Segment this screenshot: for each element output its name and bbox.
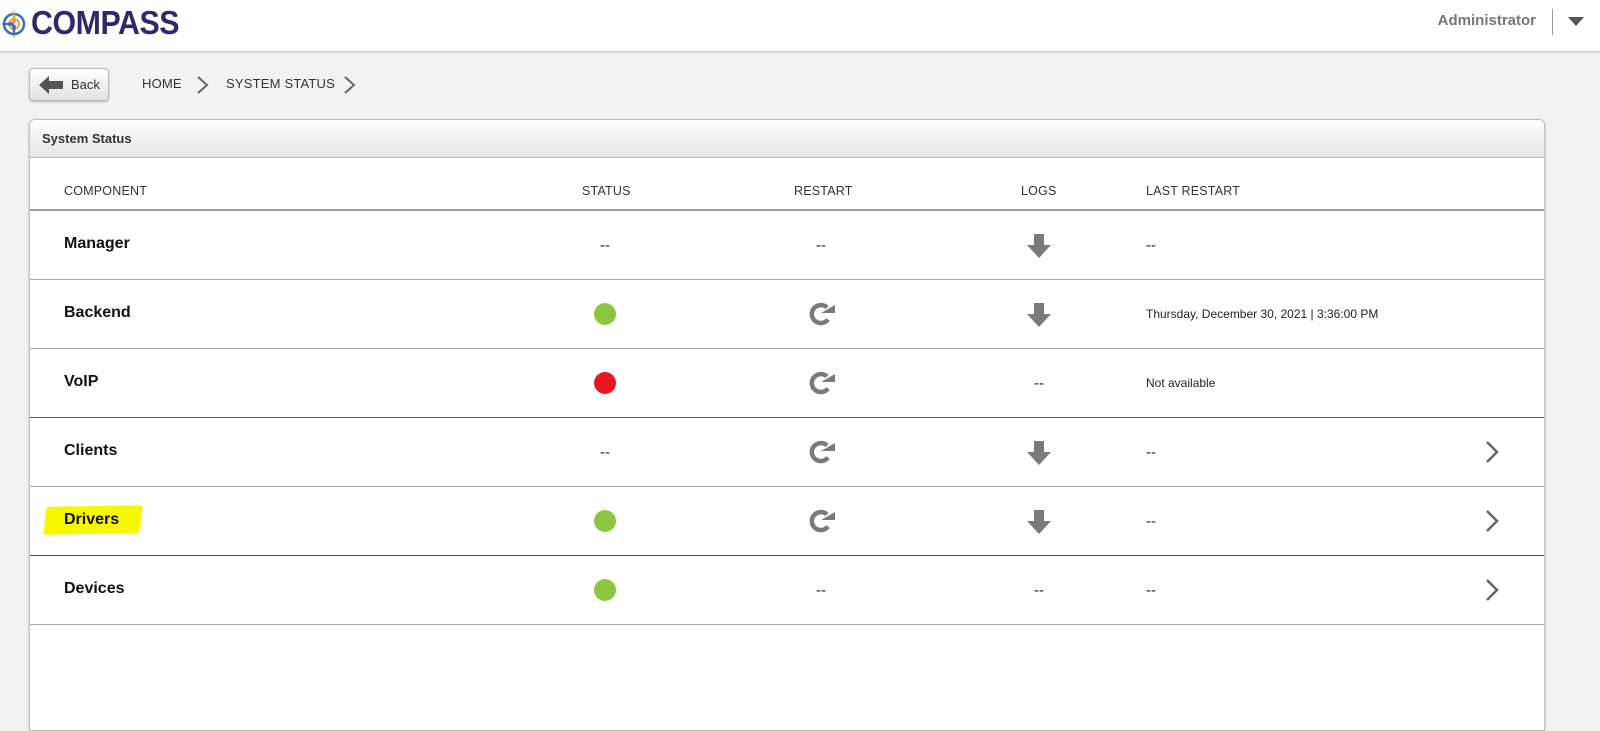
status-row-voip: VoIP -- Not available bbox=[30, 349, 1544, 418]
compass-logo[interactable]: COMPASS bbox=[0, 4, 192, 42]
status-row-manager: Manager -- -- -- bbox=[30, 211, 1544, 280]
status-row-drivers: Drivers -- bbox=[30, 487, 1544, 556]
component-name: Devices bbox=[64, 580, 125, 597]
row-expand-chevron-icon[interactable] bbox=[1484, 508, 1500, 534]
restart-icon[interactable] bbox=[805, 300, 837, 328]
breadcrumb-home[interactable]: HOME bbox=[142, 76, 182, 91]
component-name: Manager bbox=[64, 235, 130, 252]
last-restart-value: -- bbox=[1146, 444, 1156, 461]
column-header-last-restart: LAST RESTART bbox=[1146, 184, 1241, 198]
breadcrumb-chevron-icon bbox=[344, 76, 356, 94]
component-name: Backend bbox=[64, 304, 131, 321]
download-logs-icon[interactable] bbox=[1026, 233, 1052, 259]
logs-value: -- bbox=[1034, 582, 1044, 599]
compass-logo-icon bbox=[0, 9, 26, 39]
back-arrow-icon bbox=[39, 75, 63, 94]
status-error-indicator bbox=[594, 372, 616, 394]
last-restart-value: Not available bbox=[1146, 376, 1216, 390]
status-value: -- bbox=[600, 444, 610, 461]
last-restart-value: -- bbox=[1146, 237, 1156, 254]
column-header-component: COMPONENT bbox=[64, 184, 148, 198]
last-restart-value: -- bbox=[1146, 582, 1156, 599]
user-name[interactable]: Administrator bbox=[1438, 12, 1536, 29]
download-logs-icon[interactable] bbox=[1026, 509, 1052, 535]
component-name: VoIP bbox=[64, 373, 99, 390]
last-restart-value: -- bbox=[1146, 513, 1156, 530]
restart-icon[interactable] bbox=[805, 507, 837, 535]
last-restart-value: Thursday, December 30, 2021 | 3:36:00 PM bbox=[1146, 307, 1379, 321]
row-expand-chevron-icon[interactable] bbox=[1484, 439, 1500, 465]
system-status-panel: System Status COMPONENT STATUS RESTART L… bbox=[29, 119, 1545, 731]
status-ok-indicator bbox=[594, 303, 616, 325]
status-row-backend: Backend Thursday, December 30, 2021 | 3:3… bbox=[30, 280, 1544, 349]
status-ok-indicator bbox=[594, 579, 616, 601]
column-header-logs: LOGS bbox=[1021, 184, 1057, 198]
panel-title: System Status bbox=[42, 131, 132, 146]
restart-value: -- bbox=[816, 237, 826, 254]
restart-value: -- bbox=[816, 582, 826, 599]
status-row-devices: Devices -- -- -- bbox=[30, 556, 1544, 625]
status-ok-indicator bbox=[594, 510, 616, 532]
status-row-clients: Clients -- -- bbox=[30, 418, 1544, 487]
component-name: Clients bbox=[64, 442, 118, 459]
breadcrumb-chevron-icon bbox=[197, 76, 209, 94]
back-button[interactable]: Back bbox=[29, 68, 109, 101]
restart-icon[interactable] bbox=[805, 369, 837, 397]
user-menu-caret-icon[interactable] bbox=[1568, 17, 1584, 26]
status-value: -- bbox=[600, 237, 610, 254]
download-logs-icon[interactable] bbox=[1026, 302, 1052, 328]
download-logs-icon[interactable] bbox=[1026, 440, 1052, 466]
row-expand-chevron-icon[interactable] bbox=[1484, 577, 1500, 603]
back-button-label: Back bbox=[71, 77, 100, 92]
logs-value: -- bbox=[1034, 375, 1044, 392]
user-divider bbox=[1552, 9, 1553, 35]
breadcrumb-system-status[interactable]: SYSTEM STATUS bbox=[226, 76, 335, 91]
top-bar: COMPASS Administrator bbox=[0, 0, 1600, 52]
logo-text: COMPASS bbox=[31, 4, 180, 41]
column-header-restart: RESTART bbox=[794, 184, 853, 198]
panel-header: System Status bbox=[30, 120, 1544, 158]
component-name: Drivers bbox=[64, 511, 120, 528]
column-header-status: STATUS bbox=[582, 184, 631, 198]
row-divider bbox=[30, 624, 1544, 625]
restart-icon[interactable] bbox=[805, 438, 837, 466]
